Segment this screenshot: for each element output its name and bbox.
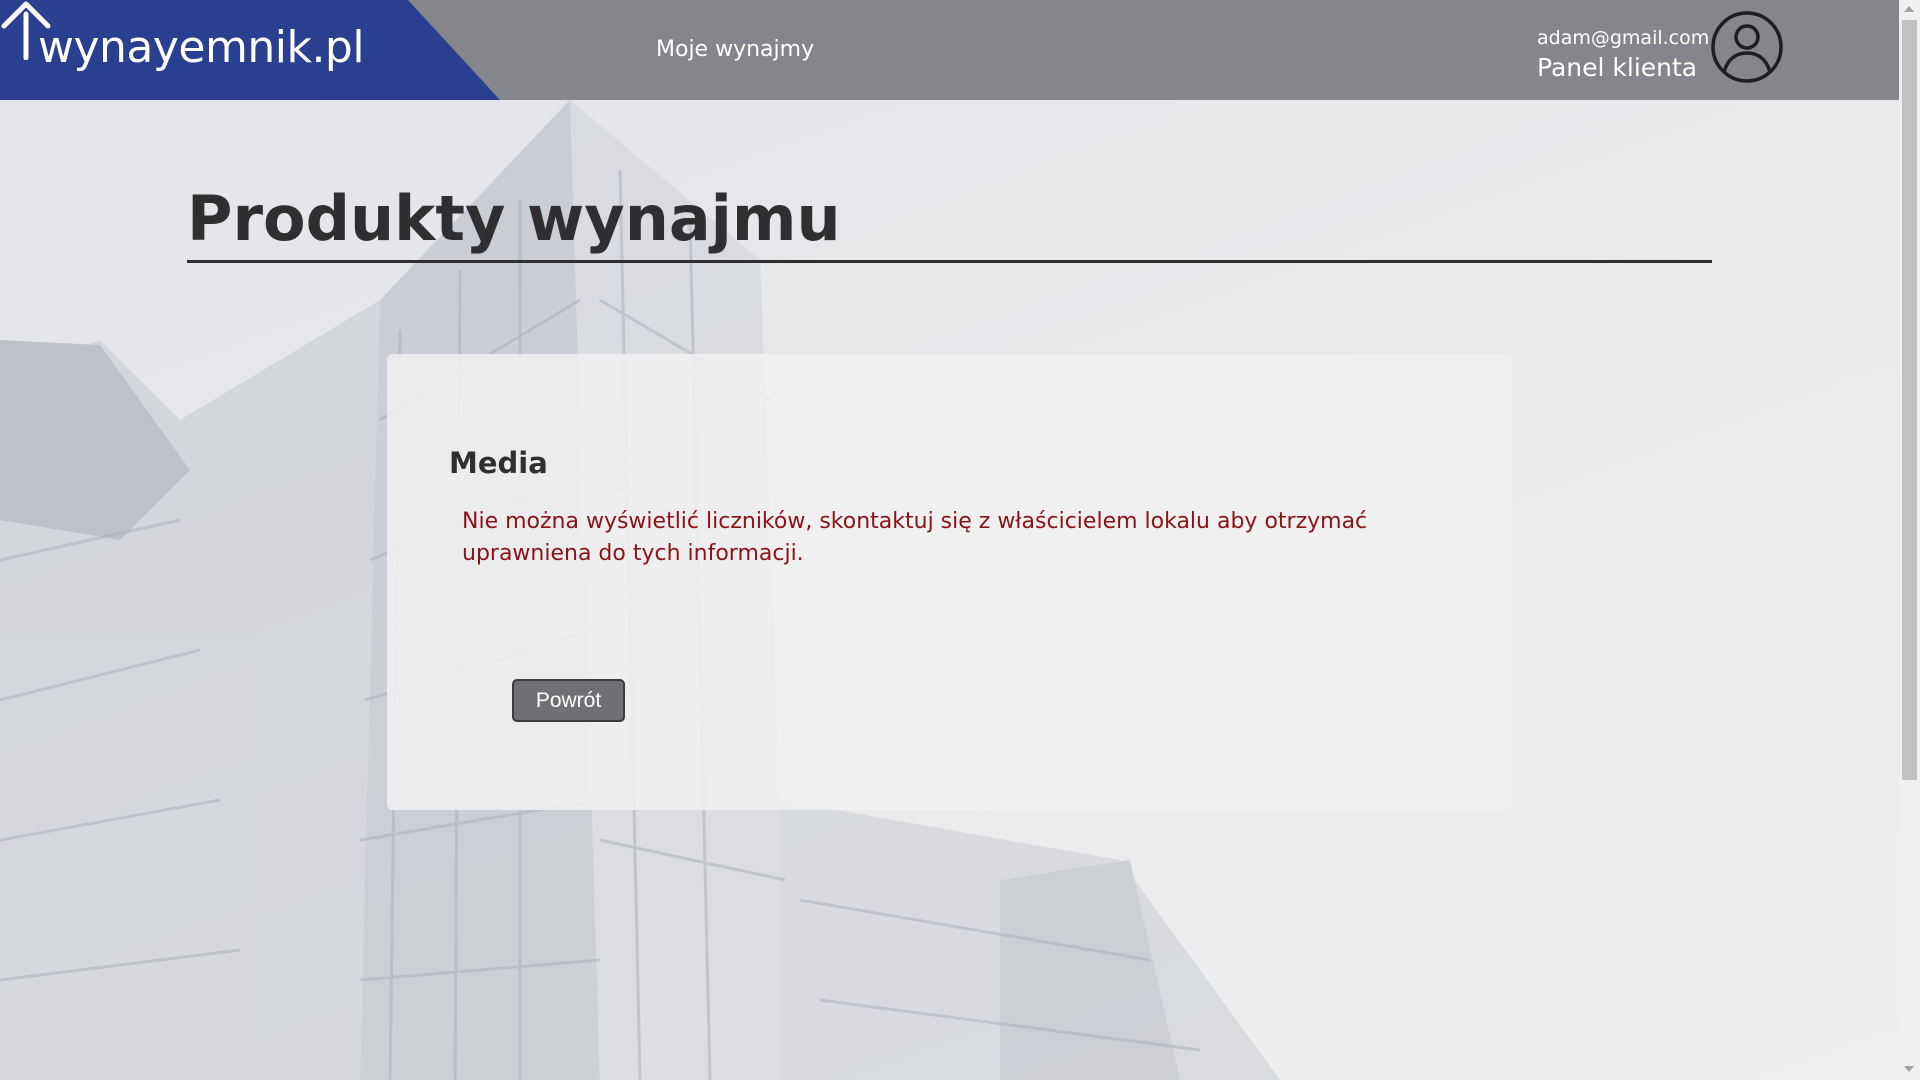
page-title: Produkty wynajmu <box>187 182 841 255</box>
user-circle-icon[interactable] <box>1710 10 1784 84</box>
logo-text: wynayemnik.pl <box>38 22 365 73</box>
client-panel-link[interactable]: Panel klienta <box>1537 53 1697 82</box>
top-header: wynayemnik.pl Moje wynajmy adam@gmail.co… <box>0 0 1899 100</box>
media-card: Media Nie można wyświetlić liczników, sk… <box>387 354 1512 810</box>
user-email: adam@gmail.com <box>1537 27 1710 49</box>
logo[interactable]: wynayemnik.pl <box>0 0 500 100</box>
scroll-down-arrow-icon[interactable] <box>1904 1066 1914 1072</box>
house-roof-icon <box>1 1 51 60</box>
title-divider <box>187 260 1712 263</box>
nav-my-rentals-link[interactable]: Moje wynajmy <box>656 37 814 62</box>
scrollbar-thumb[interactable] <box>1902 20 1917 780</box>
vertical-scrollbar[interactable] <box>1899 0 1920 1080</box>
error-message: Nie można wyświetlić liczników, skontakt… <box>462 509 1368 566</box>
scroll-up-arrow-icon[interactable] <box>1904 6 1914 12</box>
card-title: Media <box>449 446 548 480</box>
back-button[interactable]: Powrót <box>512 679 625 722</box>
